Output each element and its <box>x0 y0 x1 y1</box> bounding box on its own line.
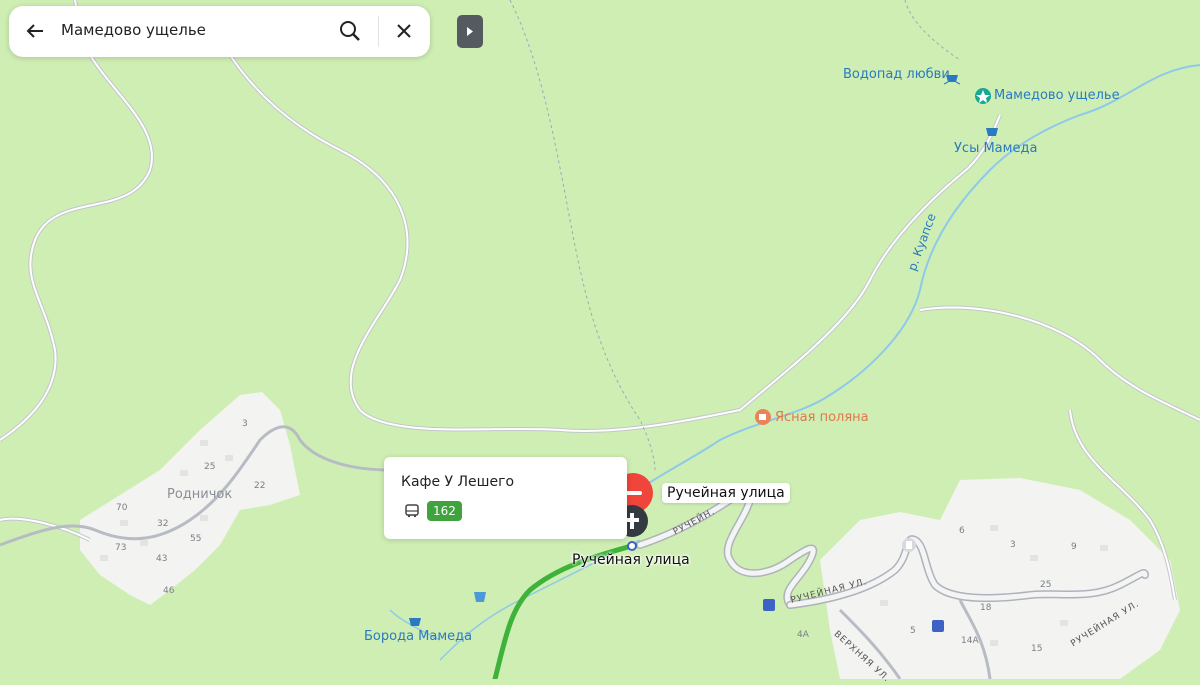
route-number-badge[interactable]: 162 <box>427 501 462 521</box>
street-label-stop[interactable]: Ручейная улица <box>572 552 690 568</box>
star-icon[interactable] <box>975 88 991 104</box>
search-bar: Мамедово ущелье <box>9 6 430 57</box>
waterfall-icon-small[interactable] <box>474 592 486 602</box>
panel-toggle-button[interactable] <box>457 15 483 48</box>
poi-label-waterfall-love[interactable]: Водопад любви <box>843 67 950 82</box>
house-number: 46 <box>163 586 175 596</box>
house-number: 25 <box>1040 580 1052 590</box>
house-number: 22 <box>254 481 266 491</box>
poi-label-gorge[interactable]: Мамедово ущелье <box>994 88 1120 103</box>
poi-label-yasnaya[interactable]: Ясная поляна <box>775 410 869 425</box>
popup-title: Кафе У Лешего <box>401 474 515 490</box>
poi-label-usy[interactable]: Усы Мамеда <box>954 141 1037 156</box>
house-number: 9 <box>1071 542 1077 552</box>
close-icon[interactable] <box>392 19 416 43</box>
house-number: 43 <box>156 554 168 564</box>
cafe-icon[interactable] <box>755 409 771 425</box>
house-number: 25 <box>204 462 216 472</box>
search-input[interactable]: Мамедово ущелье <box>61 21 206 39</box>
bus-icon <box>405 504 419 518</box>
house-number: 18 <box>980 603 992 613</box>
waterfall-icon-usy[interactable] <box>986 128 998 136</box>
house-number: 32 <box>157 519 169 529</box>
house-number: 14А <box>961 636 979 646</box>
search-icon[interactable] <box>337 18 363 44</box>
house-number: 73 <box>115 543 127 553</box>
street-tag[interactable]: Ручейная улица <box>662 483 790 503</box>
monument-icon <box>902 538 916 552</box>
house-number: 6 <box>959 526 965 536</box>
house-number: 4А <box>797 630 809 640</box>
place-popup[interactable]: Кафе У Лешего 162 <box>384 457 627 539</box>
house-number: 70 <box>116 503 128 513</box>
back-arrow-icon[interactable] <box>23 19 47 43</box>
village-label-rodnichok: Родничок <box>167 487 233 502</box>
waterfall-icon-boroda[interactable] <box>409 618 421 626</box>
house-number: 3 <box>1010 540 1016 550</box>
house-number: 5 <box>910 626 916 636</box>
house-number: 55 <box>190 534 202 544</box>
house-number: 15 <box>1031 644 1043 654</box>
divider <box>378 16 379 47</box>
house-number: 3 <box>242 419 248 429</box>
poi-label-boroda[interactable]: Борода Мамеда <box>364 629 472 644</box>
play-icon <box>467 27 473 36</box>
